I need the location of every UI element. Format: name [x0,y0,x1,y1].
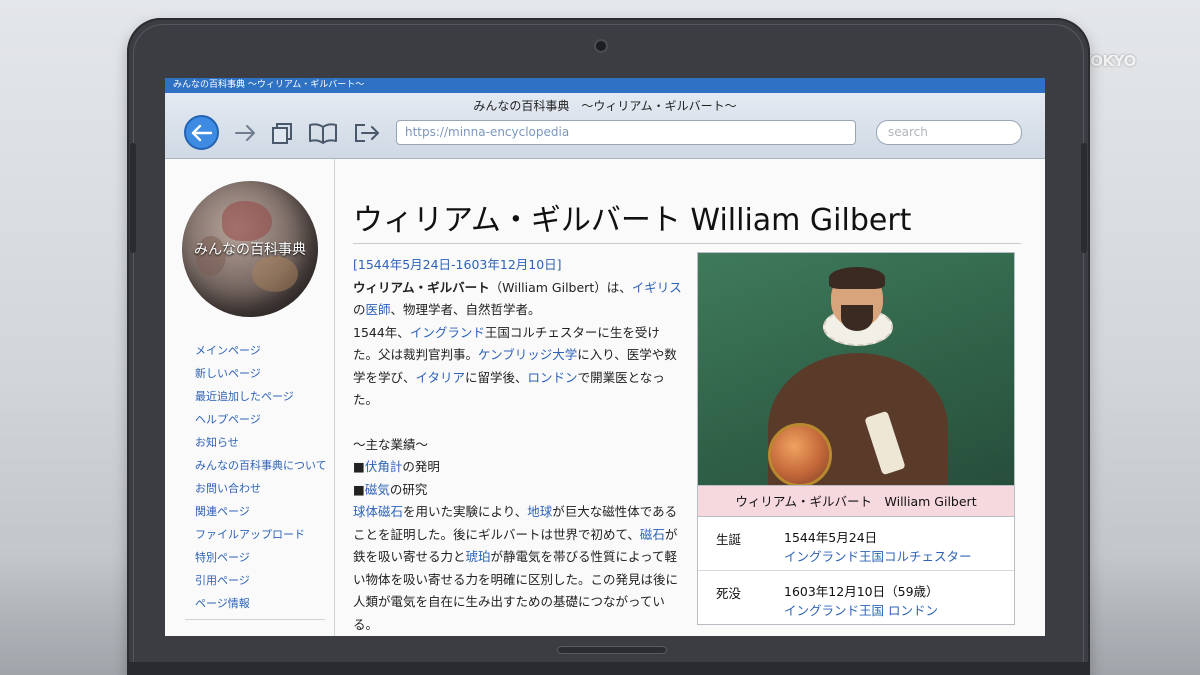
bookmarks-button[interactable] [308,117,338,149]
site-logo[interactable]: みんなの百科事典 [182,181,318,317]
link-magnet[interactable]: 磁石 [640,527,665,542]
export-icon [355,124,379,142]
book-icon [309,123,337,144]
link-dip-compass[interactable]: 伏角計 [365,459,403,474]
browser-toolbar: みんなの百科事典 〜ウィリアム・ギルバート〜 https://minna-enc… [165,93,1045,159]
sidebar-item-recent-pages[interactable]: 最近追加したページ [195,385,327,408]
laptop-base [127,662,1090,675]
born-date: 1544年5月24日 [784,530,878,545]
link-england-kingdom[interactable]: イングランド [410,325,485,340]
link-italy[interactable]: イタリア [416,370,466,385]
sidebar-item-new-pages[interactable]: 新しいページ [195,362,327,385]
article-body: [1544年5月24日-1603年12月10日] ウィリアム・ギルバート（Wil… [353,257,682,632]
sidebar-item-news[interactable]: お知らせ [195,431,327,454]
link-amber[interactable]: 琥珀 [466,549,491,564]
back-button[interactable] [184,115,219,150]
window-title: みんなの百科事典 〜ウィリアム・ギルバート〜 [473,99,737,113]
link-doctor[interactable]: 医師 [366,302,391,317]
link-terrella[interactable]: 球体磁石 [353,504,403,519]
link-england[interactable]: イギリス [632,280,682,295]
browser-window: みんなの百科事典 〜ウィリアム・ギルバート〜 みんなの百科事典 〜ウィリアム・ギ… [165,78,1045,636]
infobox: ウィリアム・ギルバート William Gilbert 生誕 1544年5月24… [697,252,1015,625]
link-earth[interactable]: 地球 [527,504,552,519]
sidebar-item-related[interactable]: 関連ページ [195,500,327,523]
infobox-died-row: 死没 1603年12月10日（59歳） イングランド王国 ロンドン [698,571,1014,625]
portrait-image[interactable] [698,253,1014,485]
born-label: 生誕 [716,532,742,547]
link-magnetism[interactable]: 磁気 [365,482,390,497]
share-button[interactable] [353,117,381,149]
died-label: 死没 [716,586,742,601]
site-logo-text: みんなの百科事典 [194,242,306,258]
died-place-link[interactable]: イングランド王国 ロンドン [784,600,938,619]
sidebar-item-about[interactable]: みんなの百科事典について [195,454,327,477]
infobox-born-row: 生誕 1544年5月24日 イングランド王国コルチェスター [698,517,1014,571]
lifespan-dates: [1544年5月24日-1603年12月10日] [353,257,562,272]
page-content: みんなの百科事典 メインページ 新しいページ 最近追加したページ ヘルプページ … [165,159,1045,636]
address-bar[interactable]: https://minna-encyclopedia [396,120,856,145]
sidebar-item-upload[interactable]: ファイルアップロード [195,523,327,546]
sidebar-nav: メインページ 新しいページ 最近追加したページ ヘルプページ お知らせ みんなの… [195,339,327,615]
sidebar-item-page-info[interactable]: ページ情報 [195,592,327,615]
link-cambridge[interactable]: ケンブリッジ大学 [478,347,577,362]
infobox-caption: ウィリアム・ギルバート William Gilbert [698,485,1014,517]
subject-name: ウィリアム・ギルバート [353,279,490,295]
browser-tab-title[interactable]: みんなの百科事典 〜ウィリアム・ギルバート〜 [165,78,1045,93]
sidebar: みんなの百科事典 メインページ 新しいページ 最近追加したページ ヘルプページ … [165,159,335,636]
sidebar-item-special[interactable]: 特別ページ [195,546,327,569]
forward-arrow-icon [235,125,255,141]
link-london[interactable]: ロンドン [528,370,578,385]
back-arrow-icon [191,124,212,141]
webcam [594,39,608,53]
tabs-button[interactable] [269,117,295,149]
sidebar-item-contact[interactable]: お問い合わせ [195,477,327,500]
sidebar-item-main-page[interactable]: メインページ [195,339,327,362]
died-date: 1603年12月10日（59歳） [784,584,939,599]
laptop-hinge [557,646,667,654]
copy-pages-icon [272,123,292,144]
page-title: ウィリアム・ギルバート William Gilbert [353,203,912,238]
born-place-link[interactable]: イングランド王国コルチェスター [784,546,972,565]
sidebar-item-help[interactable]: ヘルプページ [195,408,327,431]
forward-button[interactable] [233,117,257,149]
sidebar-item-citations[interactable]: 引用ページ [195,569,327,592]
achievements-heading: 〜主な業績〜 [353,436,429,452]
article: ウィリアム・ギルバート William Gilbert [1544年5月24日-… [353,159,1033,636]
search-input[interactable]: search [876,120,1022,145]
